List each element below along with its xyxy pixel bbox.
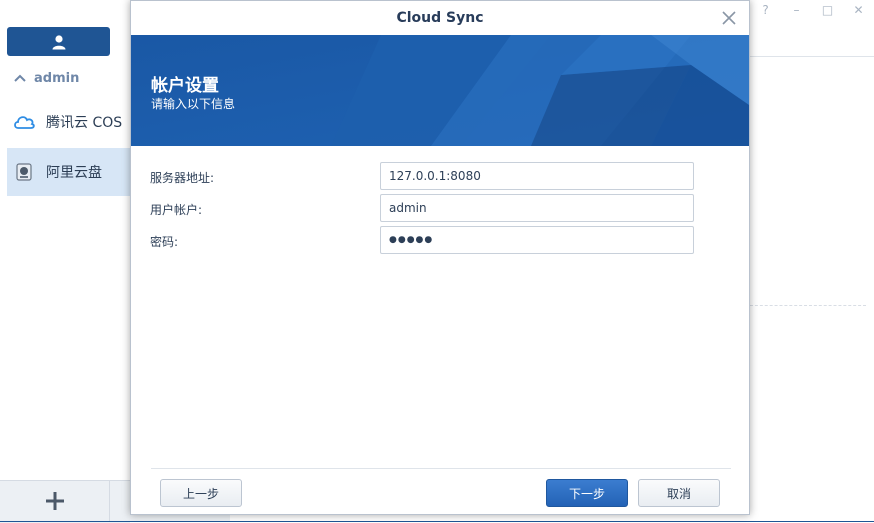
cancel-button[interactable]: 取消: [638, 479, 720, 507]
sidebar-item-label: 腾讯云 COS: [46, 115, 123, 131]
dialog-titlebar: Cloud Sync: [131, 1, 749, 35]
add-connection-button[interactable]: [0, 480, 109, 522]
sidebar-item-aliyun-drive[interactable]: 阿里云盘: [7, 148, 130, 196]
user-button[interactable]: [7, 27, 110, 56]
cloud-icon: [13, 111, 35, 133]
password-input[interactable]: [380, 226, 694, 254]
minimize-icon[interactable]: –: [781, 0, 812, 20]
password-label: 密码:: [150, 235, 179, 249]
sidebar: admin 腾讯云 COS 阿里云盘: [0, 0, 130, 523]
banner-background: [131, 35, 749, 146]
back-button[interactable]: 上一步: [160, 479, 242, 507]
server-address-input[interactable]: [380, 162, 694, 190]
plus-icon: [45, 492, 64, 510]
server-address-label: 服务器地址:: [150, 171, 215, 185]
chevron-up-icon: [14, 74, 26, 82]
sidebar-item-tencent-cos[interactable]: 腾讯云 COS: [7, 98, 130, 146]
user-icon: [52, 34, 65, 49]
close-icon[interactable]: [721, 10, 737, 26]
dialog-banner: 帐户设置 请输入以下信息: [131, 35, 749, 146]
user-account-input[interactable]: [380, 194, 694, 222]
drive-icon: [13, 161, 35, 183]
user-group-name: admin: [34, 70, 80, 86]
dialog-header-title: 帐户设置: [151, 76, 219, 96]
account-settings-dialog: Cloud Sync 帐户设置 请输入以下信息 服务器地址: 127.0.0.1…: [130, 0, 750, 515]
help-icon[interactable]: ?: [750, 0, 781, 20]
user-group-header[interactable]: admin: [0, 66, 130, 90]
close-window-icon[interactable]: ✕: [843, 0, 874, 20]
maximize-icon[interactable]: □: [812, 0, 843, 20]
dialog-footer-divider: [151, 468, 731, 469]
content-dashed-divider: [750, 305, 866, 306]
window-controls: ? – □ ✕: [750, 0, 874, 20]
sidebar-item-label: 阿里云盘: [46, 165, 102, 181]
user-account-row: 用户帐户:: [131, 194, 749, 222]
dialog-title: Cloud Sync: [396, 10, 484, 26]
next-button[interactable]: 下一步: [546, 479, 628, 507]
password-row: 密码:: [131, 226, 749, 254]
content-divider: [750, 56, 874, 57]
user-account-label: 用户帐户:: [150, 203, 203, 217]
dialog-header-subtitle: 请输入以下信息: [151, 97, 236, 111]
sidebar-footer-divider: [109, 480, 110, 522]
server-address-row: 服务器地址:: [131, 162, 749, 190]
